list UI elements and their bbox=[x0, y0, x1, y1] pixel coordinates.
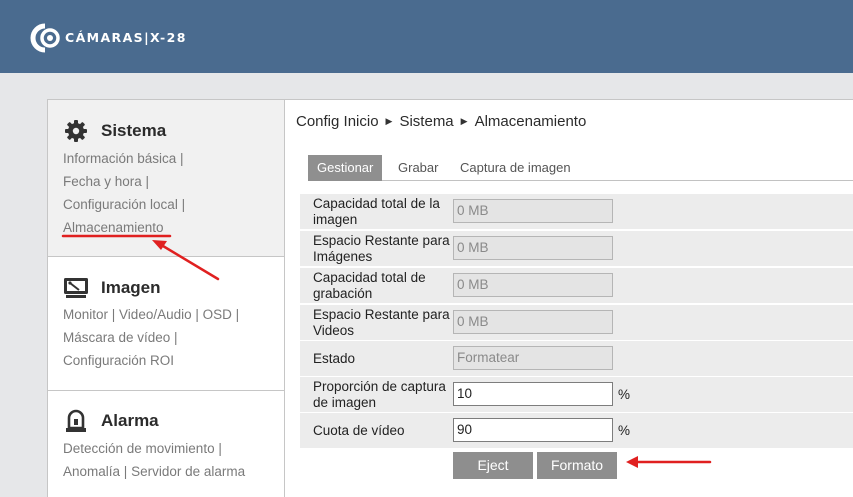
sidebar-section-sistema: Sistema Información básica | Fecha y hor… bbox=[48, 100, 284, 257]
link-video-audio[interactable]: Video/Audio | bbox=[119, 307, 199, 322]
link-informacion-basica[interactable]: Información básica | bbox=[63, 151, 184, 166]
form-row-capacidad-grabacion: Capacidad total de grabación 0 MB bbox=[300, 268, 853, 303]
percent-unit: % bbox=[618, 423, 631, 438]
proporcion-captura-input[interactable]: 10 bbox=[453, 382, 613, 406]
eject-button[interactable]: Eject bbox=[453, 452, 533, 479]
breadcrumb-item-config-inicio[interactable]: Config Inicio bbox=[296, 113, 379, 130]
link-monitor[interactable]: Monitor | bbox=[63, 307, 115, 322]
link-deteccion-de-movimiento[interactable]: Detección de movimiento | bbox=[63, 441, 222, 456]
link-almacenamiento[interactable]: Almacenamiento bbox=[63, 220, 164, 235]
sidebar: Sistema Información básica | Fecha y hor… bbox=[47, 99, 285, 497]
link-fecha-y-hora[interactable]: Fecha y hora | bbox=[63, 174, 149, 189]
sidebar-section-imagen: Imagen Monitor | Video/Audio | OSD | Más… bbox=[48, 257, 284, 391]
format-button[interactable]: Formato bbox=[537, 452, 617, 479]
estado-field: Formatear bbox=[453, 346, 613, 370]
sidebar-title-imagen: Imagen bbox=[101, 278, 161, 297]
link-servidor-de-alarma[interactable]: Servidor de alarma bbox=[131, 464, 245, 479]
sidebar-title-alarma: Alarma bbox=[101, 411, 159, 430]
link-configuracion-roi[interactable]: Configuración ROI bbox=[63, 353, 174, 368]
sidebar-links-sistema: Información básica | Fecha y hora | Conf… bbox=[63, 147, 278, 239]
field-label: Capacidad total de grabación bbox=[313, 269, 426, 301]
capacidad-grabacion-field: 0 MB bbox=[453, 273, 613, 297]
form-row-cuota-video: Cuota de vídeo 90 % bbox=[300, 413, 853, 448]
tab-bar: Gestionar Grabar Captura de imagen bbox=[308, 155, 853, 181]
main-panel: Config Inicio ▶ Sistema ▶ Almacenamiento… bbox=[285, 99, 853, 497]
form-row-espacio-imagenes: Espacio Restante para Imágenes 0 MB bbox=[300, 231, 853, 266]
field-label: Capacidad total de la imagen bbox=[313, 195, 440, 227]
sidebar-heading-sistema[interactable]: Sistema bbox=[63, 119, 166, 143]
gear-icon bbox=[63, 119, 89, 143]
capacidad-imagen-field: 0 MB bbox=[453, 199, 613, 223]
sidebar-heading-alarma[interactable]: Alarma bbox=[63, 409, 159, 433]
breadcrumb-separator-icon: ▶ bbox=[460, 116, 468, 126]
percent-unit: % bbox=[618, 387, 631, 402]
sidebar-title-sistema: Sistema bbox=[101, 121, 167, 140]
field-label: Estado bbox=[313, 350, 356, 366]
cuota-video-input[interactable]: 90 bbox=[453, 418, 613, 442]
link-mascara-de-video[interactable]: Máscara de vídeo | bbox=[63, 330, 178, 345]
espacio-videos-field: 0 MB bbox=[453, 310, 613, 334]
sidebar-links-imagen: Monitor | Video/Audio | OSD | Máscara de… bbox=[63, 303, 278, 372]
alarm-icon bbox=[63, 409, 89, 433]
sidebar-links-alarma: Detección de movimiento | Anomalía | Ser… bbox=[63, 437, 278, 483]
logo-icon bbox=[30, 23, 60, 53]
breadcrumb-item-sistema[interactable]: Sistema bbox=[399, 113, 453, 130]
espacio-imagenes-field: 0 MB bbox=[453, 236, 613, 260]
tab-grabar[interactable]: Grabar bbox=[398, 155, 438, 181]
field-label: Proporción de captura de imagen bbox=[313, 378, 446, 410]
logo-text: CÁMARAS|X-28 bbox=[65, 30, 187, 45]
link-configuracion-local[interactable]: Configuración local | bbox=[63, 197, 185, 212]
field-label: Espacio Restante para Imágenes bbox=[313, 232, 450, 264]
top-header-bar: CÁMARAS|X-28 bbox=[0, 0, 853, 73]
field-label: Cuota de vídeo bbox=[313, 422, 405, 438]
tab-captura-de-imagen[interactable]: Captura de imagen bbox=[460, 155, 571, 181]
sidebar-section-alarma: Alarma Detección de movimiento | Anomalí… bbox=[48, 391, 284, 497]
link-osd[interactable]: OSD | bbox=[203, 307, 240, 322]
form-row-espacio-videos: Espacio Restante para Videos 0 MB bbox=[300, 305, 853, 340]
tab-gestionar[interactable]: Gestionar bbox=[308, 155, 383, 181]
breadcrumb: Config Inicio ▶ Sistema ▶ Almacenamiento bbox=[296, 113, 586, 130]
sidebar-heading-imagen[interactable]: Imagen bbox=[63, 276, 161, 300]
link-anomalia[interactable]: Anomalía | bbox=[63, 464, 127, 479]
breadcrumb-separator-icon: ▶ bbox=[385, 116, 393, 126]
form-row-estado: Estado Formatear bbox=[300, 341, 853, 376]
monitor-icon bbox=[63, 276, 89, 300]
field-label: Espacio Restante para Videos bbox=[313, 306, 450, 338]
form-row-capacidad-imagen: Capacidad total de la imagen 0 MB bbox=[300, 194, 853, 229]
breadcrumb-item-almacenamiento: Almacenamiento bbox=[474, 113, 587, 130]
form-row-proporcion-captura: Proporción de captura de imagen 10 % bbox=[300, 377, 853, 412]
